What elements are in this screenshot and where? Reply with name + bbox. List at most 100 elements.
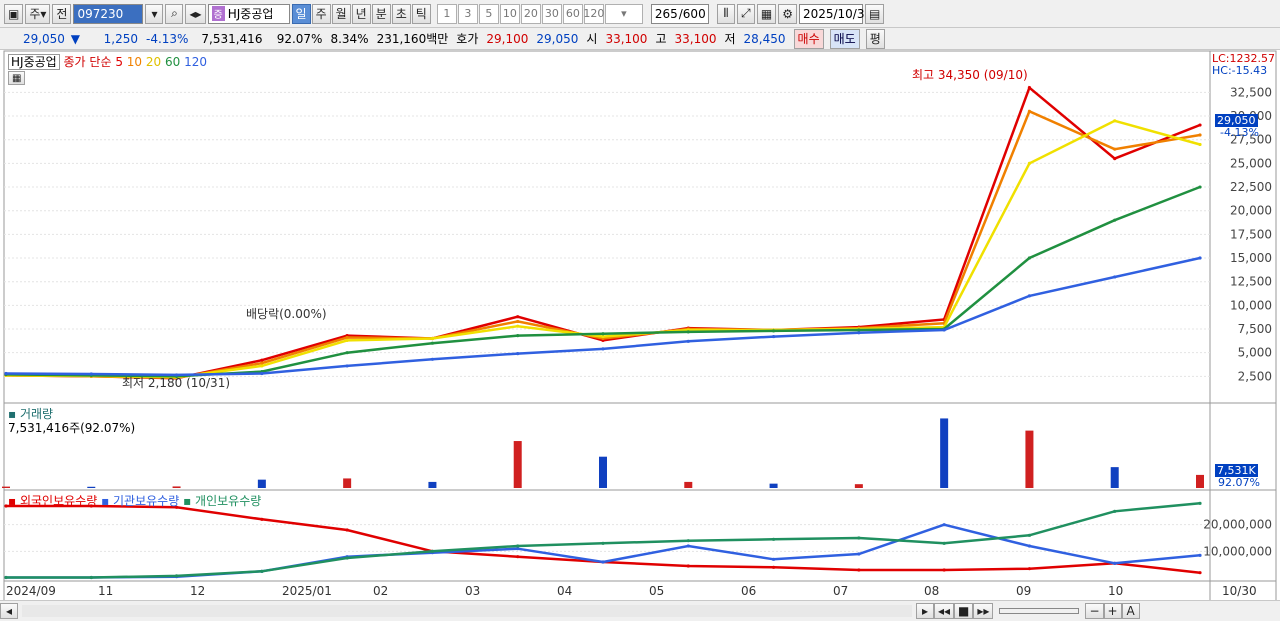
stop-icon[interactable]: ■	[954, 603, 974, 619]
series-point	[771, 334, 776, 339]
zoom-in-icon[interactable]: +	[1103, 603, 1122, 619]
volume-bar	[172, 486, 181, 488]
period-day[interactable]: 일	[291, 3, 311, 24]
interval-custom-select[interactable]: ▾	[604, 3, 643, 24]
stock-name-field[interactable]: 증 HJ중공업	[207, 3, 290, 24]
draw-tool-icon[interactable]: ⤢	[736, 3, 755, 24]
legend-ma-5: 5	[115, 55, 123, 69]
bid-price: 29,100	[486, 31, 529, 46]
quote-bar: 29,050 ▼ 1,250 -4.13% 7,531,416 92.07% 8…	[0, 28, 1280, 50]
grid-view-icon[interactable]: ▦	[756, 3, 777, 24]
gear-icon[interactable]: ⚙	[778, 3, 797, 24]
period-minute[interactable]: 분	[371, 3, 391, 24]
table-view-icon[interactable]: ▦	[8, 71, 26, 85]
series-point	[1198, 123, 1202, 127]
interval-60[interactable]: 60	[562, 3, 583, 24]
series-point	[1198, 256, 1202, 260]
window-menu-icon[interactable]: ▣	[4, 3, 24, 24]
series-point	[516, 544, 520, 548]
x-tick-label: 12	[190, 584, 206, 598]
series-point	[1113, 147, 1117, 151]
interval-10[interactable]: 10	[499, 3, 520, 24]
date-field[interactable]: 2025/10/30	[798, 3, 872, 24]
text-size-icon[interactable]: A	[1121, 603, 1140, 619]
x-tick-label: 07	[833, 584, 849, 598]
series-point	[1113, 157, 1117, 161]
period-week[interactable]: 주	[311, 3, 331, 24]
series-point	[1113, 218, 1117, 222]
volume-bar	[87, 486, 96, 488]
x-tick-label: 09	[1016, 584, 1032, 598]
series-point	[1113, 509, 1117, 513]
x-tick-label: 10	[1108, 584, 1124, 598]
series-point	[942, 523, 946, 527]
series-point	[686, 564, 690, 568]
series-point	[4, 575, 8, 580]
zoom-slider[interactable]	[999, 608, 1080, 614]
calendar-icon[interactable]: ▤	[864, 3, 885, 24]
period-second[interactable]: 초	[391, 3, 411, 24]
y-tick-label: 20,000,000	[1203, 518, 1272, 532]
interval-3[interactable]: 3	[457, 3, 478, 24]
series-point	[260, 361, 264, 365]
x-tick-label: 11	[98, 584, 114, 598]
x-tick-label: 05	[649, 584, 665, 598]
interval-30[interactable]: 30	[541, 3, 562, 24]
code-dropdown-icon[interactable]: ▾	[145, 3, 164, 24]
ask-price: 29,050	[536, 31, 579, 46]
interval-120[interactable]: 120	[583, 3, 604, 24]
candle-type-icon[interactable]: ⫴	[716, 3, 735, 24]
search-icon[interactable]: ⌕	[165, 3, 184, 24]
period-tabs: 일 주 월 년 분 초 틱	[291, 3, 431, 24]
chart-canvas[interactable]: 32,50030,00027,50025,00022,50020,00017,5…	[0, 50, 1280, 621]
volume-bar	[769, 483, 778, 488]
zoom-out-icon[interactable]: −	[1085, 603, 1104, 619]
series-point	[260, 358, 264, 362]
sell-button[interactable]: 매도	[829, 28, 860, 49]
series-point	[857, 331, 861, 335]
avg-button[interactable]: 평	[865, 28, 885, 49]
period-month[interactable]: 월	[331, 3, 351, 24]
forward-icon[interactable]: ▸▸	[973, 603, 994, 619]
volume-bar	[599, 456, 607, 488]
series-point	[1198, 142, 1202, 147]
scrollbar-track[interactable]	[22, 605, 912, 617]
y-tick-label: 15,000	[1230, 251, 1272, 265]
series-point	[1198, 185, 1202, 189]
x-tick-label: 08	[924, 584, 940, 598]
rewind-icon[interactable]: ◂◂	[934, 603, 955, 619]
pct-tag: -4.13%	[1220, 126, 1259, 139]
interval-20[interactable]: 20	[520, 3, 541, 24]
count-field[interactable]: 265/600	[650, 3, 709, 24]
series-point	[601, 347, 605, 351]
scroll-left-icon[interactable]: ◂	[0, 603, 18, 619]
series-point	[601, 560, 605, 564]
interval-5[interactable]: 5	[478, 3, 499, 24]
volume-bar	[1196, 474, 1204, 488]
series-point	[942, 541, 946, 545]
prev-button[interactable]: 전	[52, 3, 72, 24]
stock-code-input[interactable]: 097230	[73, 3, 144, 24]
series-point	[1027, 109, 1032, 113]
period-tick[interactable]: 틱	[411, 3, 431, 24]
volume-bar	[513, 441, 522, 488]
sound-icon[interactable]: ◂▸	[185, 3, 206, 24]
series-point	[686, 330, 690, 334]
legend-stock[interactable]: HJ중공업	[8, 54, 60, 70]
series-point	[1027, 294, 1032, 298]
high-label: 고	[655, 32, 667, 46]
buy-button[interactable]: 매수	[793, 28, 824, 49]
x-tick-label: 06	[741, 584, 757, 598]
y-tick-label: 2,500	[1238, 369, 1272, 383]
period-year[interactable]: 년	[351, 3, 371, 24]
hoga-label: 호가	[456, 32, 479, 46]
play-icon[interactable]: ▸	[916, 603, 934, 619]
volume-bar	[940, 418, 949, 488]
interval-1[interactable]: 1	[436, 3, 457, 24]
series-point	[430, 341, 435, 345]
series-point	[260, 569, 264, 573]
price-legend: HJ중공업 종가 단순 5 10 20 60 120	[8, 53, 207, 70]
series-point	[345, 338, 349, 342]
series-point	[345, 351, 349, 355]
market-select[interactable]: 주 ▾	[25, 3, 51, 24]
